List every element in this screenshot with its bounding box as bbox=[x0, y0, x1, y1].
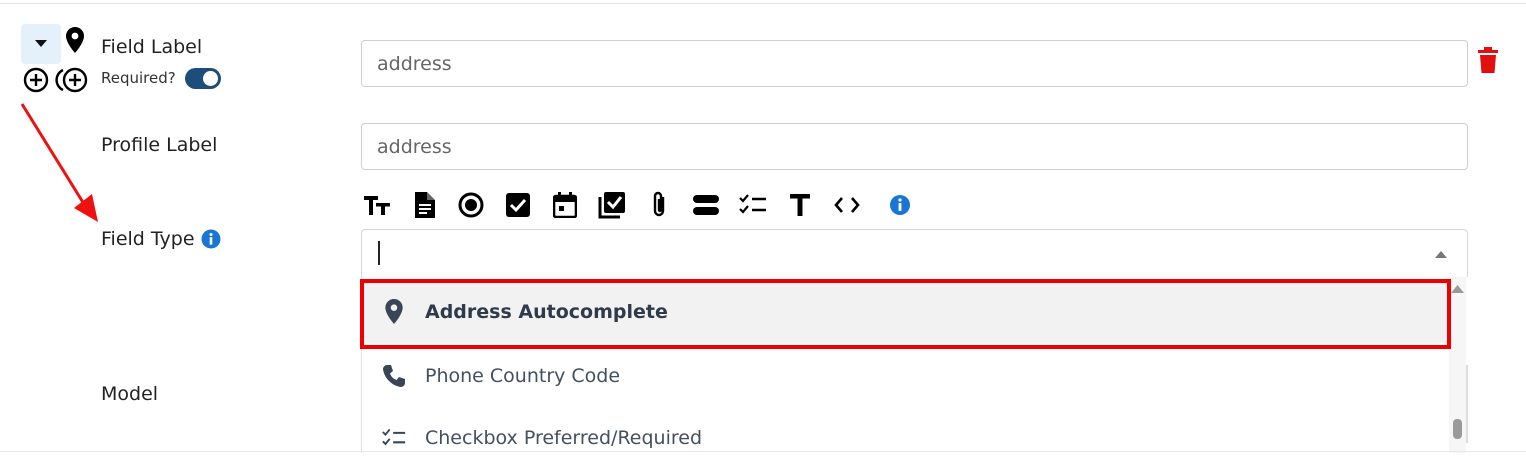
scroll-up-icon[interactable] bbox=[1451, 284, 1464, 293]
code-icon[interactable] bbox=[832, 188, 862, 222]
divider bbox=[0, 3, 1526, 4]
phone-icon bbox=[382, 363, 406, 389]
text-icon[interactable] bbox=[785, 188, 815, 222]
calendar-icon[interactable] bbox=[550, 188, 580, 222]
text-caret bbox=[378, 241, 380, 265]
field-type-title: Field Type bbox=[101, 228, 195, 250]
radio-icon[interactable] bbox=[456, 188, 486, 222]
map-pin-icon bbox=[66, 27, 84, 53]
model-title: Model bbox=[101, 383, 159, 405]
required-toggle[interactable] bbox=[185, 68, 221, 89]
scrollbar-thumb[interactable] bbox=[1453, 419, 1462, 439]
trash-icon[interactable] bbox=[1477, 47, 1499, 73]
profile-label-title: Profile Label bbox=[101, 134, 218, 156]
option-label: Checkbox Preferred/Required bbox=[425, 426, 703, 449]
caret-up-icon[interactable] bbox=[1435, 250, 1447, 258]
field-label-input[interactable]: address bbox=[361, 40, 1468, 87]
info-icon[interactable] bbox=[201, 229, 221, 249]
text-size-icon[interactable] bbox=[362, 188, 392, 222]
collapse-button[interactable] bbox=[21, 24, 61, 64]
divider bbox=[1466, 365, 1468, 443]
required-label: Required? bbox=[101, 69, 176, 87]
form-editor: Field Label Required? address Profile La… bbox=[0, 0, 1526, 460]
option-phone-country-code[interactable]: Phone Country Code bbox=[362, 344, 1450, 407]
field-label-title: Field Label bbox=[101, 36, 203, 58]
toggle-knob bbox=[203, 71, 218, 86]
annotation-arrow bbox=[20, 103, 98, 222]
attachment-icon[interactable] bbox=[644, 188, 674, 222]
add-field-icon[interactable] bbox=[23, 67, 49, 93]
document-icon[interactable] bbox=[409, 188, 439, 222]
option-label: Phone Country Code bbox=[425, 364, 621, 387]
checkbox-icon[interactable] bbox=[503, 188, 533, 222]
checklist-icon bbox=[382, 425, 406, 451]
toggle-field-icon[interactable] bbox=[691, 188, 721, 222]
checklist-box-icon[interactable] bbox=[597, 188, 627, 222]
add-group-icon[interactable] bbox=[55, 67, 89, 93]
checklist-icon[interactable] bbox=[738, 188, 768, 222]
profile-label-input[interactable]: address bbox=[361, 123, 1468, 170]
divider bbox=[0, 451, 1526, 452]
caret-down-icon bbox=[35, 40, 47, 47]
info-icon[interactable] bbox=[885, 188, 915, 222]
dropdown-scrollbar[interactable] bbox=[1449, 277, 1466, 453]
field-type-select[interactable] bbox=[361, 229, 1468, 277]
option-checkbox-preferred-required[interactable]: Checkbox Preferred/Required bbox=[362, 406, 1450, 453]
highlight-box bbox=[360, 279, 1451, 349]
